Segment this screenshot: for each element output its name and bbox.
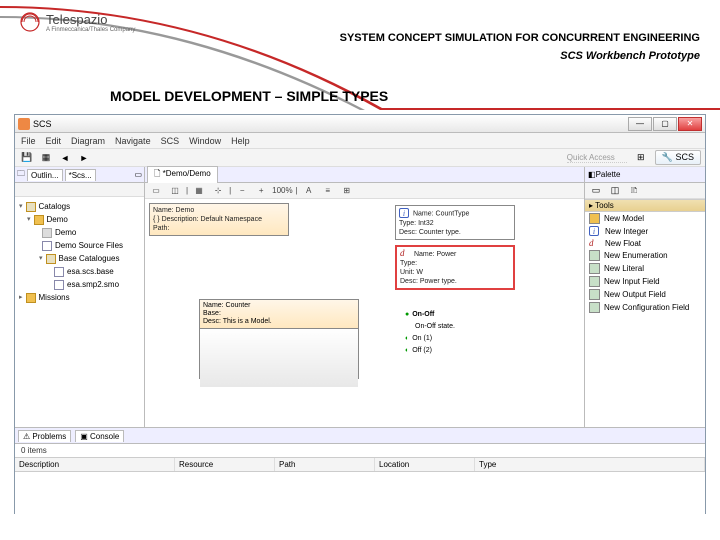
diagram-canvas[interactable]: Name: Demo { } Description: Default Name… [145,199,584,427]
palette-item[interactable]: iNew Integer [585,225,705,237]
problems-count: 0 items [15,444,705,457]
palette-item[interactable]: New Output Field [585,288,705,301]
pane-min-icon[interactable]: ▭ [134,170,142,179]
slide-subtitle: SCS Workbench Prototype [560,50,700,62]
menu-window[interactable]: Window [189,136,221,146]
palette-item[interactable]: New Model [585,212,705,225]
logo: Telespazio A Finmeccanica/Thales Company [18,10,135,34]
logo-name: Telespazio [46,12,135,27]
palette-pane: ◧ Palette ▭ ◫ 🗈 ▸ Tools New ModeliNew In… [585,167,705,427]
zoom-level[interactable]: 100% [272,186,292,195]
marquee-icon[interactable]: ◫ [167,184,183,198]
tree-item[interactable]: esa.scs.base [19,265,140,278]
col-location[interactable]: Location [375,458,475,471]
col-path[interactable]: Path [275,458,375,471]
app-window: SCS — ▢ ✕ File Edit Diagram Navigate SCS… [14,114,706,514]
palette-item[interactable]: New Input Field [585,275,705,288]
grid-icon[interactable]: ▦ [191,184,207,198]
editor-tab[interactable]: 🗋 *Demo/Demo [147,166,218,183]
maximize-button[interactable]: ▢ [653,117,677,131]
diagram-toolbar: ▭ ◫ | ▦ ⊹ | − + 100% | A ≡ ⊞ [145,183,584,199]
quick-access[interactable]: Quick Access [567,153,627,163]
pal-select-icon[interactable]: ▭ [588,184,604,198]
zoom-in-icon[interactable]: + [253,184,269,198]
outline-toolbar [15,183,144,197]
snap-icon[interactable]: ⊹ [210,184,226,198]
tree-item[interactable]: Demo Source Files [19,239,140,252]
titlebar[interactable]: SCS — ▢ ✕ [15,115,705,133]
palette-item[interactable]: New Literal [585,262,705,275]
info-icon: i [399,208,409,218]
palette-title: Palette [596,170,621,179]
menu-edit[interactable]: Edit [46,136,62,146]
problems-columns[interactable]: Description Resource Path Location Type [15,457,705,472]
menubar: File Edit Diagram Navigate SCS Window He… [15,133,705,149]
namespace-box[interactable]: Name: Demo { } Description: Default Name… [149,203,289,236]
palette-item[interactable]: New Enumeration [585,249,705,262]
counter-model-box[interactable]: Name: Counter Base: Desc: This is a Mode… [199,299,359,379]
outline-tree[interactable]: ▾Catalogs▾DemoDemoDemo Source Files▾Base… [15,197,144,427]
scs-tab[interactable]: *Scs... [65,169,96,181]
slide-title: SYSTEM CONCEPT SIMULATION FOR CONCURRENT… [340,32,700,44]
close-button[interactable]: ✕ [678,117,702,131]
editor-pane: 🗋 *Demo/Demo ▭ ◫ | ▦ ⊹ | − + 100% | A ≡ … [145,167,585,427]
counttype-box[interactable]: i Name: CountType Type: Int32 Desc: Coun… [395,205,515,240]
tree-item[interactable]: ▸Missions [19,291,140,304]
fwd-icon[interactable]: ► [76,151,92,165]
menu-diagram[interactable]: Diagram [71,136,105,146]
select-icon[interactable]: ▭ [148,184,164,198]
app-icon [18,118,30,130]
tree-item[interactable]: esa.smp2.smo [19,278,140,291]
col-description[interactable]: Description [15,458,175,471]
palette-item[interactable]: dNew Float [585,237,705,249]
main-toolbar: 💾 ▦ ◄ ► Quick Access ⊞ 🔧 SCS [15,149,705,167]
palette-section-tools[interactable]: ▸ Tools [585,199,705,212]
open-persp-icon[interactable]: ⊞ [633,151,649,165]
outline-tab[interactable]: Outlin... [27,169,63,181]
window-title: SCS [33,119,52,129]
outline-pane: 🗀 Outlin... *Scs... ▭ ▾Catalogs▾DemoDemo… [15,167,145,427]
minimize-button[interactable]: — [628,117,652,131]
font-icon[interactable]: A [301,184,317,198]
col-type[interactable]: Type [475,458,705,471]
zoom-out-icon[interactable]: − [234,184,250,198]
tool-icon[interactable]: ▦ [38,151,54,165]
logo-sub: A Finmeccanica/Thales Company [46,27,135,33]
tree-item[interactable]: Demo [19,226,140,239]
pal-marquee-icon[interactable]: ◫ [607,184,623,198]
palette-item[interactable]: New Configuration Field [585,301,705,314]
menu-scs[interactable]: SCS [161,136,180,146]
onoff-enum[interactable]: ● On-Off On-Off state. ◐ On (1) ◐ Off (2… [405,309,515,357]
perspective-button[interactable]: 🔧 SCS [655,150,701,165]
palette-icon: ◧ [588,170,596,179]
menu-file[interactable]: File [21,136,36,146]
menu-navigate[interactable]: Navigate [115,136,151,146]
pane-icon: 🗀 [17,168,25,182]
section-title: MODEL DEVELOPMENT – SIMPLE TYPES [110,88,388,104]
col-resource[interactable]: Resource [175,458,275,471]
menu-help[interactable]: Help [231,136,250,146]
tree-item[interactable]: ▾Demo [19,213,140,226]
problems-body[interactable] [15,472,705,515]
align-icon[interactable]: ≡ [320,184,336,198]
tree-item[interactable]: ▾Catalogs [19,200,140,213]
save-icon[interactable]: 💾 [19,151,35,165]
pal-note-icon[interactable]: 🗈 [626,184,642,198]
problems-pane: ⚠ Problems ▣ Console 0 items Description… [15,427,705,515]
back-icon[interactable]: ◄ [57,151,73,165]
arrange-icon[interactable]: ⊞ [339,184,355,198]
tree-item[interactable]: ▾Base Catalogues [19,252,140,265]
console-tab[interactable]: ▣ Console [75,430,124,442]
problems-tab[interactable]: ⚠ Problems [18,430,71,442]
float-icon: d [400,249,410,258]
power-box[interactable]: d Name: Power Type: Unit: W Desc: Power … [395,245,515,290]
